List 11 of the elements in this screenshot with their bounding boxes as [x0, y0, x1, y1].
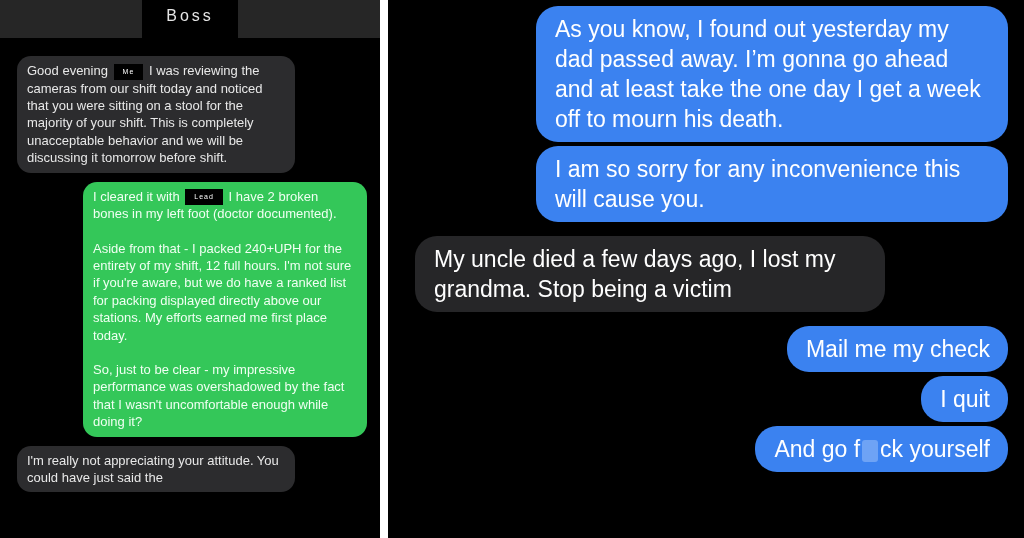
- message-text: Mail me my check: [805, 335, 990, 364]
- message-text: And go f ck yourself: [774, 435, 990, 464]
- message-text: I quit: [940, 385, 990, 414]
- message-text: Aside from that - I packed 240+UPH for the entirety of my shift, 12 full hours. I'm not sure if you're aware, but we do have a ranked list for packing displayed directly above our stations. My efforts earned me first place today.: [93, 239, 353, 344]
- message-text: I'm really not appreciating your attitude. You could have just said the: [27, 451, 280, 487]
- message-text: I am so sorry for any inconvenience this will cause you.: [555, 155, 962, 214]
- message-text: As you know, I found out yesterday my dad passed away. I’m gonna go ahead and at least take the one day I get a week off to mourn his death.: [555, 15, 982, 134]
- message-text: So, just to be clear - my impressive performance was overshadowed by the fact that I wasn't uncomfortable enough while doing it?: [93, 361, 346, 431]
- censor-blur: [862, 439, 879, 462]
- contact-name: Boss: [142, 0, 238, 38]
- message-text: My uncle died a few days ago, I lost my grandma. Stop being a victim: [434, 245, 837, 304]
